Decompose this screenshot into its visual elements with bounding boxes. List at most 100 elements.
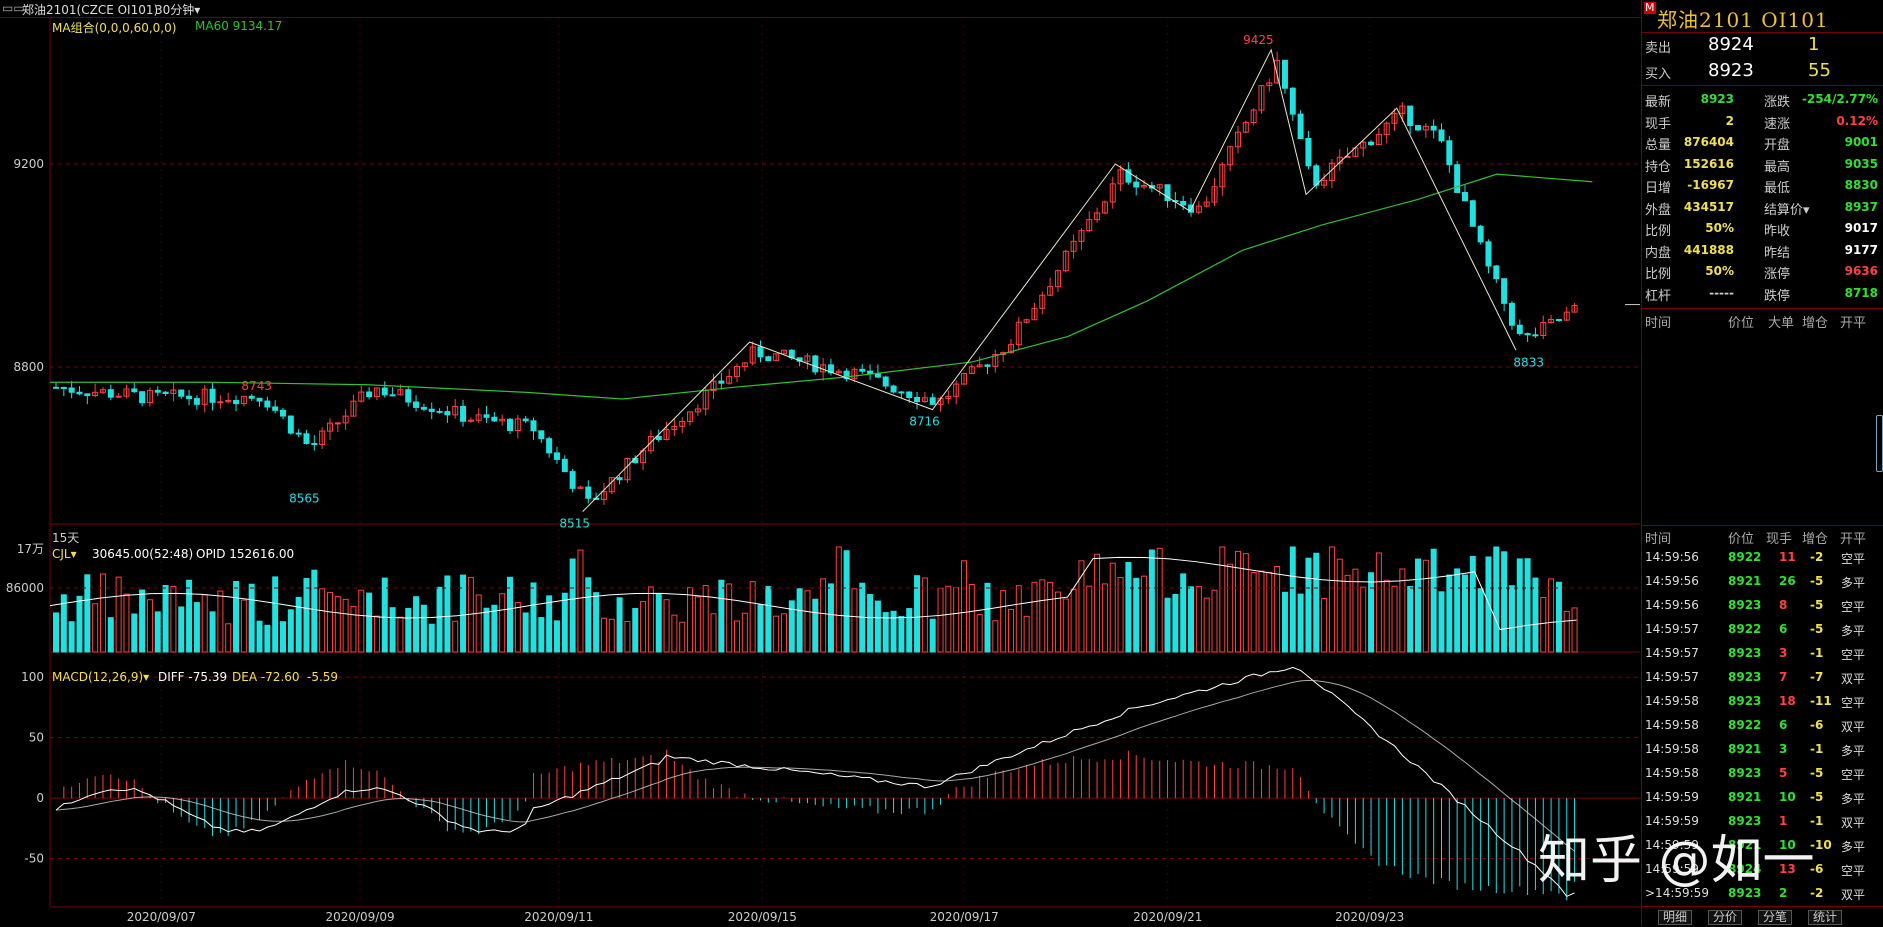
candle-body xyxy=(84,393,91,397)
tick-row[interactable]: 14:59:59 8921 10 -5 多平 xyxy=(1642,790,1883,808)
contract-header: M 郑油2101 OI101 xyxy=(1642,0,1883,33)
candle-body xyxy=(530,420,537,432)
symbol-label: 郑油2101(CZCE OI101) xyxy=(22,3,159,17)
candle-body xyxy=(256,397,263,402)
tick-type: 双平 xyxy=(1841,816,1866,830)
tick-time: 14:59:56 xyxy=(1645,598,1699,612)
tick-type: 空平 xyxy=(1841,696,1866,710)
volume-bar xyxy=(898,615,905,653)
tick-volume: 26 xyxy=(1779,574,1796,588)
candle-body xyxy=(303,433,310,444)
ma-group-label[interactable]: MA组合(0,0,0,60,0,0) xyxy=(52,19,176,36)
tick-row[interactable]: 14:59:57 8922 6 -5 多平 xyxy=(1642,622,1883,640)
candle-body xyxy=(984,364,991,367)
tick-time: 14:59:59 xyxy=(1645,790,1699,804)
candle-body xyxy=(538,430,545,440)
candle-body xyxy=(217,401,224,404)
volume-bar xyxy=(1383,579,1390,653)
volume-bar xyxy=(538,617,545,653)
volume-bar xyxy=(1563,610,1570,653)
volume-bar xyxy=(687,587,694,653)
opid-value: OPID 152616.00 xyxy=(196,547,295,561)
tick-row[interactable]: 14:59:58 8923 5 -5 空平 xyxy=(1642,766,1883,784)
cjl-label[interactable]: CJL▾ xyxy=(52,547,77,561)
tick-row[interactable]: 14:59:58 8923 18 -11 空平 xyxy=(1642,694,1883,712)
volume-bar xyxy=(1344,574,1351,653)
tick-row[interactable]: 14:59:56 8922 11 -2 空平 xyxy=(1642,550,1883,568)
diff-value: DIFF -75.39 xyxy=(158,670,228,684)
tab-detail[interactable]: 明细 xyxy=(1658,910,1693,925)
volume-bar xyxy=(475,594,482,653)
volume-bar xyxy=(170,586,177,653)
tick-row[interactable]: 14:59:57 8923 3 -1 空平 xyxy=(1642,646,1883,664)
volume-bar xyxy=(311,569,318,653)
volume-bar xyxy=(240,599,247,653)
stat-row: 内盘 441888 昨结 9177 xyxy=(1642,240,1883,261)
x-tick-label: 2020/09/11 xyxy=(524,910,593,924)
volume-bar xyxy=(436,586,443,653)
volume-bar xyxy=(1305,557,1312,653)
candle-body xyxy=(1532,334,1539,337)
volume-y-tick: 17万 xyxy=(17,542,44,556)
volume-bar xyxy=(1094,553,1101,653)
volume-bar xyxy=(154,611,161,653)
volume-bar xyxy=(76,595,83,653)
macd-label[interactable]: MACD(12,26,9)▾ xyxy=(52,670,149,684)
bigorder-col-big: 大单 xyxy=(1768,316,1795,331)
volume-bar xyxy=(1141,575,1148,653)
tick-row[interactable]: 14:59:58 8921 3 -1 多平 xyxy=(1642,742,1883,760)
stat-right-label: 跌停 xyxy=(1764,288,1791,304)
candle-body xyxy=(1133,181,1140,188)
volume-bar xyxy=(679,621,686,653)
volume-bar xyxy=(553,620,560,653)
tick-row[interactable]: 14:59:56 8921 26 -5 多平 xyxy=(1642,574,1883,592)
candle-body xyxy=(546,438,553,454)
volume-bar xyxy=(1148,549,1155,653)
candle-body xyxy=(264,400,271,408)
tick-oi-change: -5 xyxy=(1810,766,1824,780)
tab-statistics[interactable]: 统计 xyxy=(1808,910,1843,925)
period-selector[interactable]: 30分钟▾ xyxy=(155,1,200,18)
tick-row[interactable]: 14:59:57 8923 7 -7 双平 xyxy=(1642,670,1883,688)
tick-col-price: 价位 xyxy=(1728,532,1755,547)
stat-left-value: 50% xyxy=(1705,221,1734,235)
scrollbar-handle[interactable] xyxy=(1876,415,1883,472)
stat-left-label: 持仓 xyxy=(1645,159,1672,175)
volume-bar xyxy=(334,596,341,653)
volume-bar xyxy=(209,611,216,653)
tick-row[interactable]: 14:59:56 8923 8 -5 空平 xyxy=(1642,598,1883,616)
stat-left-value: ----- xyxy=(1709,285,1734,300)
tick-time: 14:59:58 xyxy=(1645,766,1699,780)
candle-body xyxy=(1516,324,1523,335)
tab-price-distribution[interactable]: 分价 xyxy=(1708,910,1743,925)
macd-y-tick: 50 xyxy=(29,731,44,745)
tick-price: 8923 xyxy=(1728,646,1762,660)
volume-bar xyxy=(867,594,874,653)
volume-bar xyxy=(976,614,983,653)
stat-row: 比例 50% 涨停 9636 xyxy=(1642,261,1883,282)
tick-price: 8923 xyxy=(1728,694,1762,708)
candle-body xyxy=(585,486,592,499)
chart-area[interactable]: 9200 8800 2020/09/07 2020/09/09 2020/09/11 20… xyxy=(0,17,1640,926)
tick-type: 空平 xyxy=(1841,648,1866,662)
volume-bar xyxy=(1015,585,1022,653)
volume-bar xyxy=(530,582,537,653)
bottom-tabs: 明细 分价 分笔 统计 xyxy=(1642,906,1883,927)
tick-row[interactable]: 14:59:58 8922 6 -6 双平 xyxy=(1642,718,1883,736)
chart-canvas[interactable]: 9200 8800 2020/09/07 2020/09/09 2020/09/11 20… xyxy=(0,17,1640,926)
volume-bar xyxy=(1133,577,1140,653)
stat-right-label: 昨结 xyxy=(1764,245,1791,261)
tick-price: 8922 xyxy=(1728,550,1762,564)
candle-body xyxy=(131,388,138,393)
candle-body xyxy=(553,452,560,460)
volume-bar xyxy=(1360,586,1367,653)
volume-bar xyxy=(217,590,224,653)
volume-bar xyxy=(546,595,553,653)
volume-bar xyxy=(1415,558,1422,653)
stat-right-label: 开盘 xyxy=(1764,138,1791,153)
volume-bar xyxy=(1407,586,1414,653)
tick-type: 空平 xyxy=(1841,864,1866,878)
tick-oi-change: -6 xyxy=(1810,718,1824,732)
volume-bar xyxy=(1485,556,1492,653)
tab-ticks[interactable]: 分笔 xyxy=(1758,910,1793,925)
